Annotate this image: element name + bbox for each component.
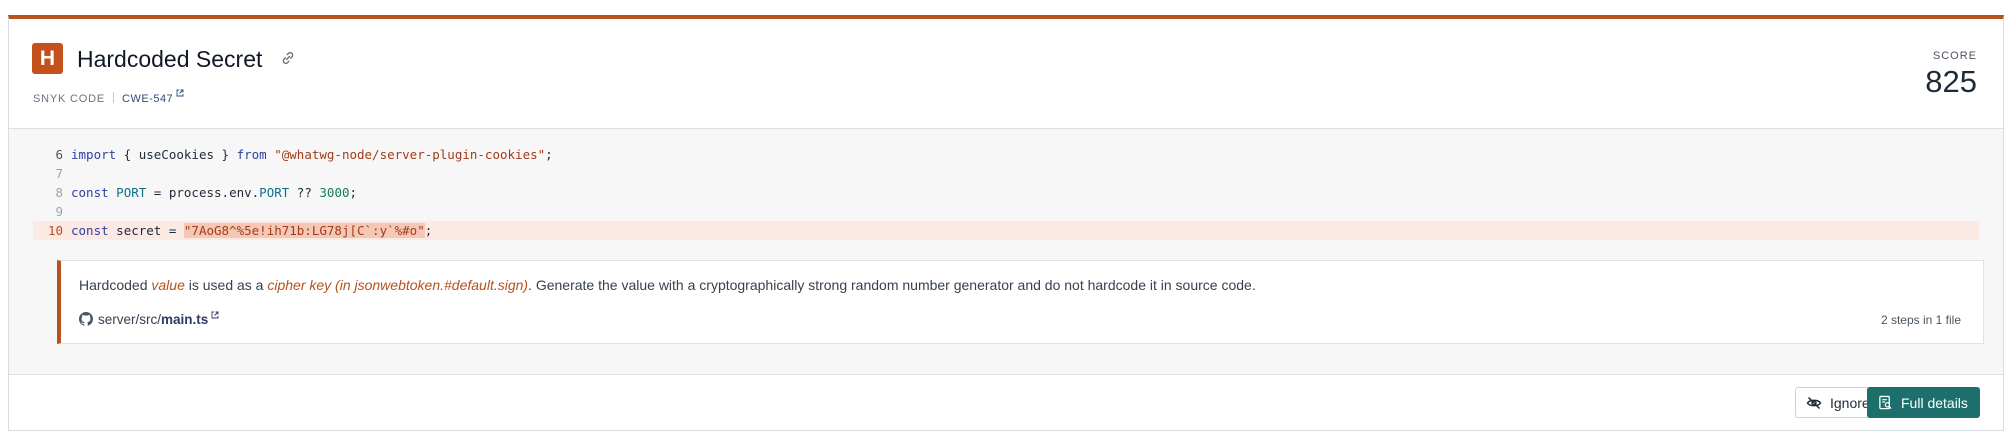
external-link-icon[interactable] [176, 89, 184, 97]
code-token: secret = [108, 223, 184, 238]
code-line: 6 import { useCookies } from "@whatwg-nod… [33, 145, 1979, 164]
issue-header: H Hardcoded Secret SNYK CODE CWE-547 SCOR… [9, 19, 2003, 128]
code-token: PORT [259, 185, 290, 200]
severity-badge: H [32, 43, 63, 74]
code-token: ; [545, 147, 553, 162]
score-label: SCORE [1932, 50, 1977, 62]
github-icon [79, 312, 93, 326]
issue-card: H Hardcoded Secret SNYK CODE CWE-547 SCOR… [8, 15, 2004, 431]
message-text: Hardcoded [79, 277, 152, 293]
steps-count: 2 steps in 1 file [1880, 313, 1961, 327]
code-snippet: 6 import { useCookies } from "@whatwg-nod… [9, 128, 2003, 375]
details-icon [1879, 395, 1892, 410]
message-text: . Generate the value with a cryptographi… [528, 277, 1256, 293]
code-token: 3000 [319, 185, 350, 200]
full-details-button[interactable]: Full details [1867, 387, 1980, 418]
message-source: value [151, 277, 185, 293]
finding-message: Hardcoded value is used as a cipher key … [79, 277, 1256, 293]
code-token: { useCookies } [116, 147, 237, 162]
code-token: ; [424, 223, 433, 238]
code-token: const [71, 185, 109, 200]
message-text: is used as a [184, 277, 268, 293]
action-bar: Ignore Full details [9, 375, 2003, 431]
code-line: 7 [33, 164, 1979, 183]
line-number: 9 [55, 204, 63, 219]
link-icon[interactable] [280, 50, 296, 66]
secret-value: "7AoG8^%5e!ih71b:LG78j[C`:y`%#o" [183, 223, 425, 238]
full-details-button-label: Full details [1901, 394, 1968, 411]
line-number: 6 [55, 147, 63, 162]
code-token: ?? [289, 185, 320, 200]
code-line: 8 const PORT = process.env.PORT ?? 3000; [33, 183, 1979, 202]
source-file-link[interactable]: server/src/main.ts [79, 311, 219, 327]
file-name: main.ts [161, 312, 209, 327]
highlighted-code-line: 10 const secret = "7AoG8^%5e!ih71b:LG78j[… [33, 221, 1979, 240]
message-sink: cipher key (in jsonwebtoken.#default.sig… [267, 277, 529, 293]
finding-box: Hardcoded value is used as a cipher key … [57, 260, 1984, 344]
code-line: 9 [33, 202, 1979, 221]
external-link-icon[interactable] [211, 311, 219, 319]
code-token: PORT [116, 185, 147, 200]
eye-off-icon [1806, 396, 1822, 409]
meta-divider [113, 92, 114, 103]
cwe-link[interactable]: CWE-547 [122, 93, 173, 105]
line-number: 8 [55, 185, 63, 200]
source-tool: SNYK CODE [33, 93, 105, 105]
line-number: 10 [47, 223, 63, 238]
score-value: 825 [1925, 64, 1977, 99]
code-token: = process.env. [146, 185, 260, 200]
issue-title: Hardcoded Secret [77, 46, 263, 72]
issue-meta: SNYK CODE CWE-547 [33, 89, 184, 106]
code-token: from [236, 147, 267, 162]
code-token: const [71, 223, 109, 238]
code-token: "@whatwg-node/server-plugin-cookies" [274, 147, 546, 162]
line-number: 7 [55, 166, 63, 181]
file-path: server/src/ [98, 312, 162, 327]
ignore-button-label: Ignore [1830, 394, 1870, 411]
code-token: import [71, 147, 117, 162]
code-token: ; [349, 185, 358, 200]
